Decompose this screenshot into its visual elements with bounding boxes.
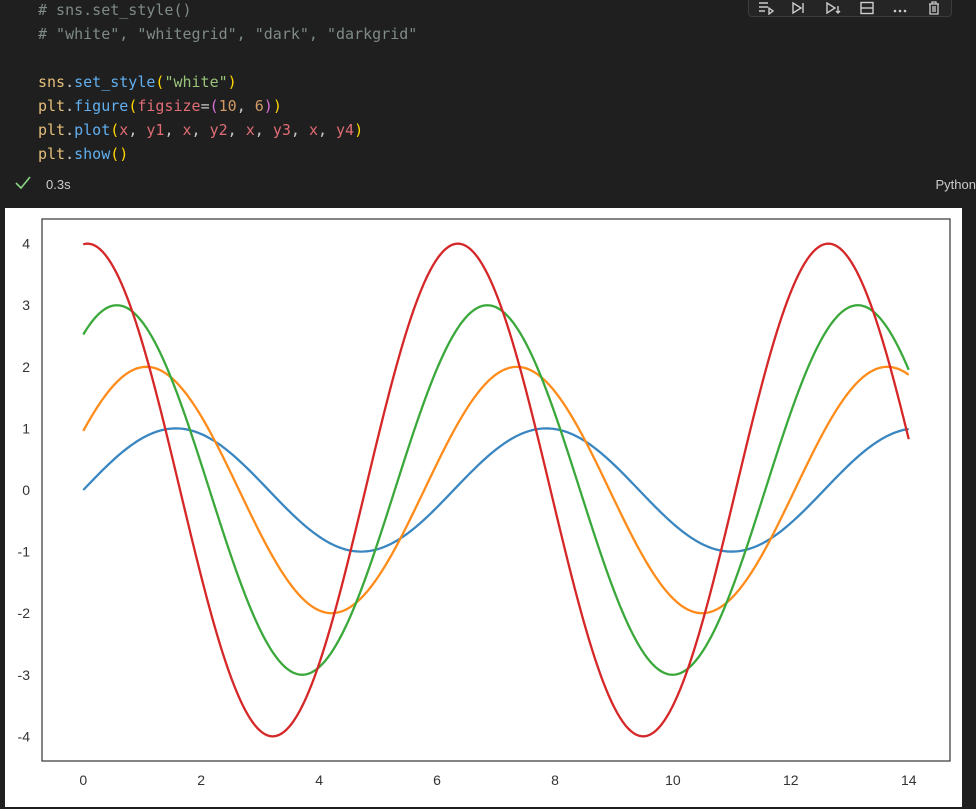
code-line: plt.figure(figsize=(10, 6)) [38, 94, 282, 118]
y-tick-label: 1 [22, 420, 30, 436]
code-token: , [191, 121, 210, 139]
y-tick-label: 4 [22, 236, 30, 252]
x-tick-label: 0 [79, 772, 87, 788]
code-token: ( [128, 97, 138, 115]
code-line: # sns.set_style() [38, 0, 192, 22]
code-token: plt [38, 121, 66, 139]
code-token: show [74, 145, 111, 163]
execute-below-icon[interactable] [824, 1, 842, 15]
code-token: ) [227, 73, 237, 91]
code-token: sns [38, 73, 66, 91]
split-cell-icon[interactable] [858, 1, 876, 15]
code-token: x [308, 121, 318, 139]
code-token: = [200, 97, 210, 115]
execution-time: 0.3s [46, 177, 71, 192]
code-token: , [164, 121, 183, 139]
code-cell[interactable]: # sns.set_style() # "white", "whitegrid",… [0, 0, 976, 170]
more-actions-icon[interactable] [891, 1, 909, 15]
code-line: # "white", "whitegrid", "dark", "darkgri… [38, 22, 417, 46]
code-token: ) [272, 97, 282, 115]
delete-cell-icon[interactable] [925, 1, 943, 15]
code-token: x [119, 121, 129, 139]
language-label[interactable]: Python [936, 177, 976, 192]
code-token: () [110, 145, 129, 163]
x-tick-label: 2 [197, 772, 205, 788]
code-token: set_style [74, 73, 156, 91]
y-tick-label: -3 [18, 667, 31, 683]
x-tick-label: 12 [783, 772, 799, 788]
code-token: y3 [272, 121, 291, 139]
code-token: , [128, 121, 147, 139]
code-token: . [65, 145, 75, 163]
code-line: plt.show() [38, 142, 128, 166]
code-token: y4 [336, 121, 355, 139]
checkmark-icon [15, 176, 31, 190]
x-tick-label: 8 [551, 772, 559, 788]
code-token: , [254, 121, 273, 139]
y-tick-label: -1 [18, 544, 31, 560]
code-token: figure [74, 97, 129, 115]
code-token: , [236, 97, 255, 115]
y-tick-label: -2 [18, 605, 31, 621]
line-chart: 0 2 4 6 8 10 12 14-4-3-2-101234 [5, 208, 962, 807]
x-tick-label: 4 [315, 772, 323, 788]
code-token: 6 [254, 97, 264, 115]
code-token: , [227, 121, 246, 139]
code-token: ) [263, 97, 273, 115]
execute-above-icon[interactable] [790, 1, 808, 15]
code-token: plot [74, 121, 111, 139]
code-token: . [65, 97, 75, 115]
code-token: , [290, 121, 309, 139]
code-token: # "white", "whitegrid", "dark", "darkgri… [38, 25, 418, 43]
plot-frame [41, 218, 951, 762]
code-token: . [65, 121, 75, 139]
code-token: y2 [209, 121, 228, 139]
code-token: , [317, 121, 337, 139]
code-token: . [65, 73, 75, 91]
code-token: y1 [146, 121, 165, 139]
code-token: ( [110, 121, 120, 139]
code-token: ( [209, 97, 219, 115]
code-token: plt [38, 145, 66, 163]
x-tick-label: 6 [433, 772, 441, 788]
code-line: plt.plot(x, y1, x, y2, x, y3, x, y4) [38, 118, 363, 142]
cell-status-bar: 0.3s Python [0, 170, 976, 198]
code-token: ) [354, 121, 364, 139]
code-token: figsize [137, 97, 201, 115]
cell-output: 0 2 4 6 8 10 12 14 -4 -3 -2 -1 0 1 2 3 4 [0, 198, 976, 809]
code-token: x [245, 121, 255, 139]
code-token: plt [38, 97, 66, 115]
code-token: # sns.set_style() [38, 1, 192, 19]
y-tick-label: 3 [22, 297, 30, 313]
y-tick-label: 0 [22, 482, 30, 498]
cell-toolbar [748, 0, 952, 17]
code-token: 10 [218, 97, 237, 115]
code-token: "white" [164, 73, 228, 91]
y-tick-label: 2 [22, 359, 30, 375]
code-token: x [182, 121, 192, 139]
code-line: sns.set_style("white") [38, 70, 237, 94]
x-tick-label: 10 [665, 772, 681, 788]
run-by-line-icon[interactable] [757, 1, 775, 15]
x-tick-label: 14 [901, 772, 917, 788]
y-tick-label: -4 [18, 728, 31, 744]
